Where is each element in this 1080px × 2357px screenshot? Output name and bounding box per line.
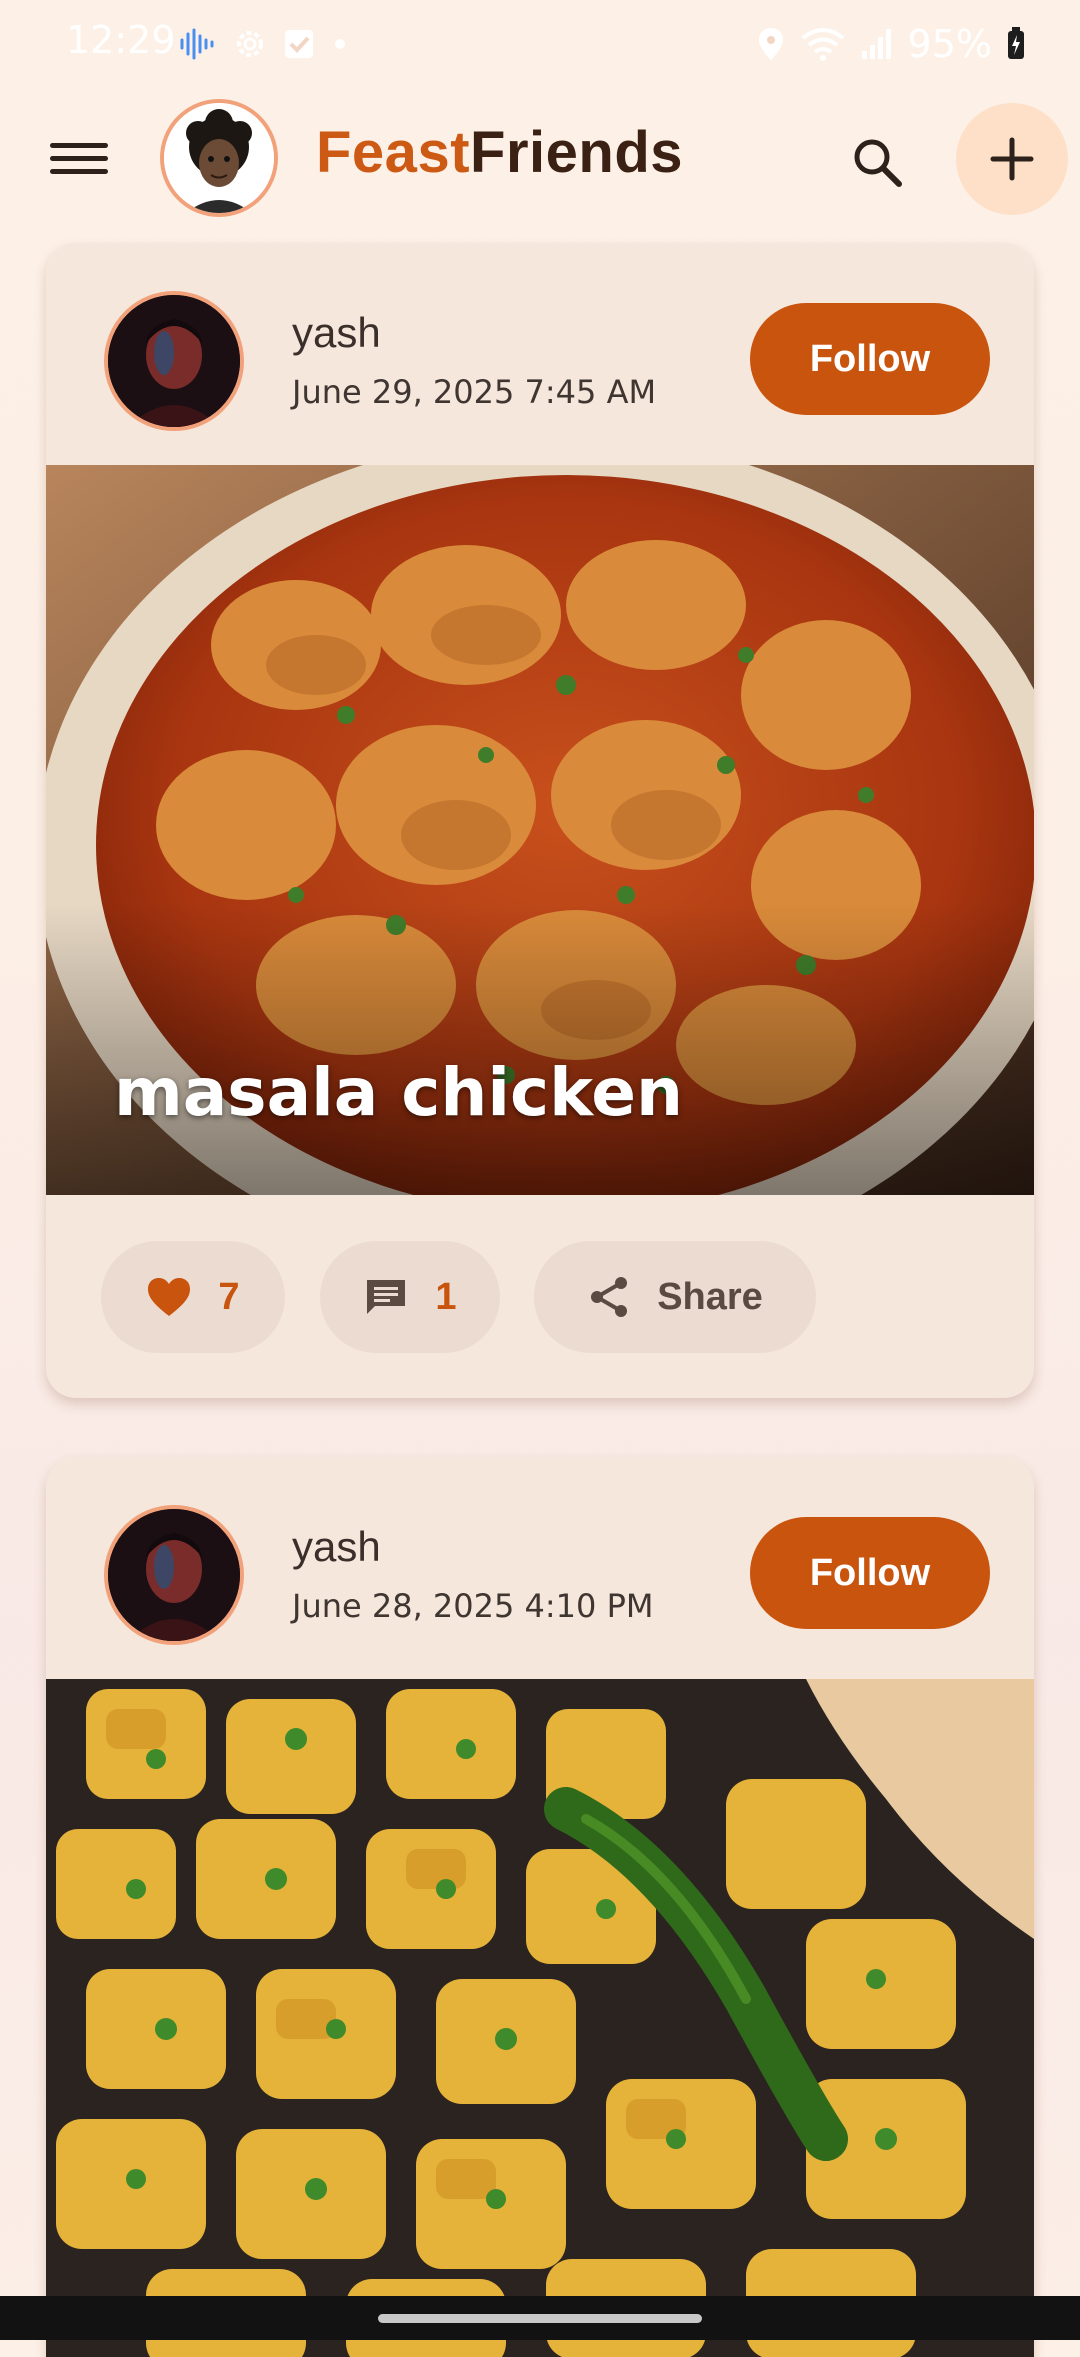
comment-count: 1 [435, 1275, 457, 1318]
plus-icon [990, 137, 1034, 181]
post-date: June 28, 2025 4:10 PM [292, 1587, 654, 1625]
menu-icon [44, 143, 114, 174]
status-icons-left [178, 26, 350, 62]
author-avatar[interactable] [104, 291, 244, 431]
comment-button[interactable]: 1 [320, 1241, 500, 1353]
battery-charging-icon [1008, 27, 1024, 59]
author-avatar[interactable] [104, 1505, 244, 1645]
author-photo-icon [108, 1509, 240, 1641]
status-bar: 12:29 95% [0, 0, 1080, 90]
share-button[interactable]: Share [534, 1241, 816, 1353]
voice-wave-icon [180, 28, 214, 60]
app-title: FeastFriends [316, 119, 683, 186]
status-time: 12:29 [66, 18, 176, 62]
search-button[interactable] [838, 123, 916, 201]
like-count: 7 [218, 1275, 240, 1318]
share-label: Share [657, 1275, 763, 1318]
post-title: masala chicken [114, 1054, 683, 1131]
location-icon [758, 28, 783, 60]
potato-photo [46, 1679, 1034, 2357]
post-header: yash June 28, 2025 4:10 PM Follow [46, 1457, 1034, 1679]
status-icons-right: 95% [756, 22, 1026, 66]
cell-signal-icon [861, 29, 891, 59]
follow-button[interactable]: Follow [750, 303, 990, 415]
follow-button[interactable]: Follow [750, 1517, 990, 1629]
dot-icon [335, 39, 345, 49]
like-button[interactable]: 7 [101, 1241, 285, 1353]
battery-percent: 95% [907, 22, 992, 66]
post-date: June 29, 2025 7:45 AM [292, 373, 657, 411]
author-name[interactable]: yash [292, 1523, 381, 1571]
post-card: yash June 28, 2025 4:10 PM Follow [46, 1457, 1034, 2357]
wifi-icon [801, 28, 844, 61]
add-post-button[interactable] [956, 103, 1068, 215]
post-image[interactable] [46, 1679, 1034, 2357]
share-icon [591, 1277, 628, 1317]
app-title-part2: Friends [470, 120, 684, 185]
comment-icon [367, 1280, 406, 1314]
post-header: yash June 29, 2025 7:45 AM Follow [46, 243, 1034, 465]
user-avatar-icon [164, 103, 274, 213]
author-photo-icon [108, 295, 240, 427]
home-indicator[interactable] [378, 2314, 702, 2323]
menu-button[interactable] [44, 135, 114, 187]
author-name[interactable]: yash [292, 309, 381, 357]
post-actions: 7 1 Share [46, 1195, 1034, 1397]
user-avatar[interactable] [160, 99, 278, 217]
app-bar: FeastFriends [0, 95, 1080, 225]
checkbox-icon [285, 30, 313, 58]
post-card: yash June 29, 2025 7:45 AM Follow masala… [46, 243, 1034, 1398]
app-title-part1: Feast [316, 120, 471, 185]
settings-gear-icon [237, 31, 263, 57]
search-icon [854, 139, 902, 187]
post-image[interactable]: masala chicken [46, 465, 1034, 1195]
heart-icon [148, 1278, 191, 1316]
